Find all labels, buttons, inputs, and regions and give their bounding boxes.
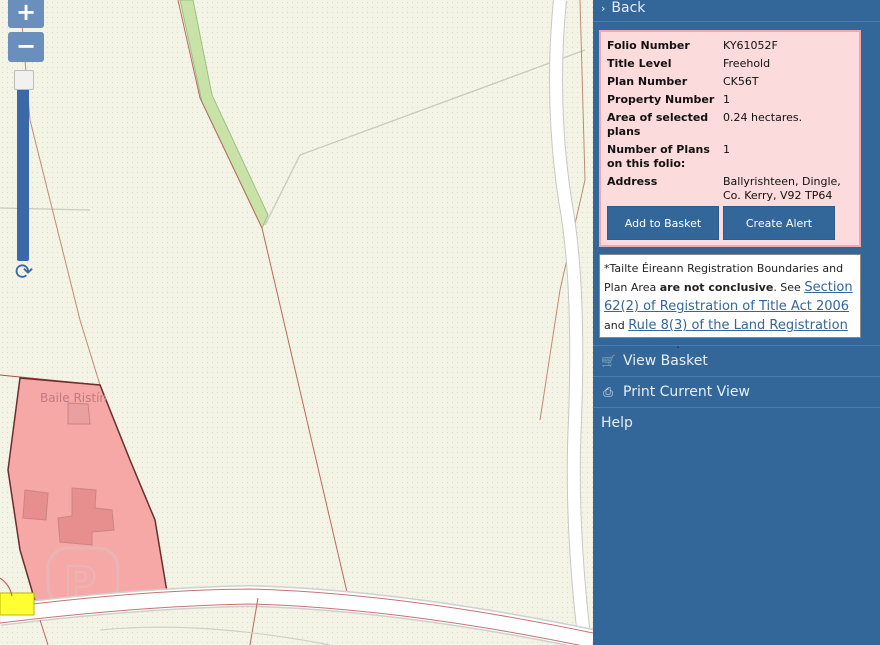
folio-key: Area of selected plans [607, 111, 709, 138]
building [67, 402, 91, 425]
building [22, 489, 49, 521]
zoom-out-button[interactable]: − [8, 32, 44, 62]
zoom-slider-track[interactable] [17, 78, 29, 261]
green-track [179, 0, 269, 230]
add-to-basket-button[interactable]: Add to Basket [607, 206, 719, 240]
menu-label: Help [601, 415, 633, 431]
parcel-line [39, 619, 49, 645]
disclaimer-bold: are not conclusive [659, 281, 774, 294]
folio-value: KY61052F [723, 39, 778, 52]
disclaimer-text: and [604, 319, 629, 332]
place-label: Baile Ristín [40, 391, 108, 405]
folio-info-card: Folio Number KY61052F Title Level Freeho… [599, 30, 861, 247]
field-boundary [264, 49, 586, 226]
disclaimer-note: *Tailte Éireann Registration Boundaries … [599, 254, 861, 352]
folio-key: Title Level [607, 57, 672, 70]
folio-key: Plan Number [607, 75, 688, 88]
view-basket-menu-item[interactable]: 🛒 View Basket [593, 345, 880, 375]
folio-key: Number of Plans on this folio: [607, 143, 710, 170]
print-view-menu-item[interactable]: ⎙ Print Current View [593, 376, 880, 406]
disclaimer-text: . See [773, 281, 805, 294]
folio-value: Ballyrishteen, Dingle, Co. Kerry, V92 TP… [723, 175, 841, 202]
folio-value: 1 [723, 143, 730, 156]
printer-icon: ⎙ [603, 385, 613, 399]
field-boundary [99, 626, 331, 645]
folio-key: Folio Number [607, 39, 690, 52]
folio-key: Address [607, 175, 658, 188]
zoom-slider-handle[interactable] [14, 70, 34, 90]
side-panel: › Back Folio Number KY61052F Title Level … [593, 0, 880, 645]
refresh-icon[interactable]: ⟳ [13, 262, 35, 284]
road-east-fill [550, 0, 591, 645]
back-link[interactable]: › Back [593, 0, 880, 22]
help-menu-item[interactable]: Help [593, 407, 880, 437]
yellow-road-segment [0, 592, 35, 616]
map-view[interactable]: P Baile Ristín + − ⟳ [0, 0, 593, 645]
field-boundary [0, 207, 91, 211]
cart-icon: 🛒 [601, 354, 616, 368]
map-canvas[interactable]: P [0, 0, 593, 645]
create-alert-button[interactable]: Create Alert [723, 206, 835, 240]
folio-key: Property Number [607, 93, 715, 106]
menu-label: Print Current View [623, 384, 750, 400]
folio-value: 0.24 hectares. [723, 111, 803, 124]
folio-value: CK56T [723, 75, 759, 88]
menu-label: View Basket [623, 353, 708, 369]
chevron-right-icon: › [601, 2, 606, 15]
folio-value: Freehold [723, 57, 771, 70]
back-label: Back [611, 0, 646, 16]
zoom-in-button[interactable]: + [8, 0, 44, 28]
folio-value: 1 [723, 93, 730, 106]
